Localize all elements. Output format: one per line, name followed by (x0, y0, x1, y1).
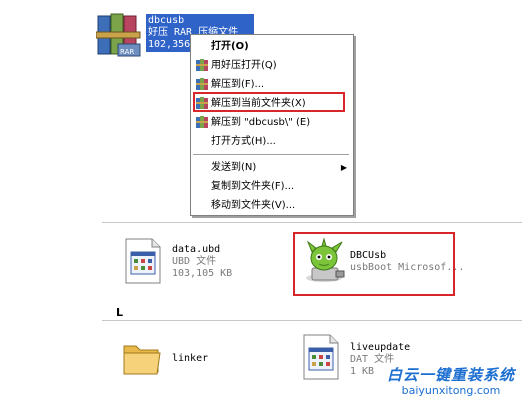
highlight-box-extract-here (193, 92, 345, 112)
rar-file-name: dbcusb (148, 15, 185, 26)
dbcusb-file-label[interactable]: DBCUsb usbBoot Microsof... (350, 250, 464, 274)
menu-item-open-with-haozip[interactable]: 用好压打开(Q) (191, 56, 353, 75)
watermark-brand: 白云一键重装系统 (386, 366, 515, 384)
dbcusb-app-icon[interactable] (302, 237, 348, 286)
dbcusb-file-name: DBCUsb (350, 250, 387, 261)
context-menu: 打开(O) 用好压打开(Q) 解压到(F)... 解压到当前文件夹(X) 解压到… (190, 34, 354, 216)
haozip-icon (196, 78, 209, 91)
ubd-file-size: 103,105 KB (172, 268, 233, 279)
menu-item-copy-to-folder[interactable]: 复制到文件夹(F)... (191, 177, 353, 196)
section-divider (102, 320, 522, 321)
dat-file-type: DAT 文件 (350, 354, 395, 365)
menu-item-open-with[interactable]: 打开方式(H)... (191, 132, 353, 151)
rar-archive-icon[interactable]: RAR (95, 12, 142, 60)
watermark: 白云一键重装系统 baiyunxitong.com (378, 366, 524, 398)
watermark-url: baiyunxitong.com (401, 384, 501, 397)
folder-icon[interactable] (122, 338, 162, 378)
svg-text:RAR: RAR (120, 48, 134, 56)
ubd-file-type: UBD 文件 (172, 256, 217, 267)
ubd-file-name: data.ubd (172, 244, 221, 255)
menu-item-open[interactable]: 打开(O) (191, 37, 353, 56)
haozip-icon (196, 116, 209, 129)
submenu-arrow-icon: ▶ (340, 163, 347, 172)
dat-file-icon[interactable] (302, 334, 340, 380)
menu-item-send-to[interactable]: 发送到(N) ▶ (191, 158, 353, 177)
haozip-icon (196, 59, 209, 72)
menu-separator (193, 154, 349, 156)
menu-item-move-to-folder[interactable]: 移动到文件夹(V)... (191, 196, 353, 215)
dat-file-name: liveupdate (350, 342, 411, 353)
menu-item-extract-to-folder[interactable]: 解压到 "dbcusb\" (E) (191, 113, 353, 132)
linker-folder-name: linker (172, 353, 209, 364)
dbcusb-file-desc: usbBoot Microsof... (350, 262, 465, 273)
group-header-letter: L (116, 306, 124, 319)
section-divider (102, 222, 522, 223)
linker-folder-label[interactable]: linker (172, 353, 208, 365)
ubd-file-label[interactable]: data.ubd UBD 文件 103,105 KB (172, 244, 232, 280)
ubd-file-icon[interactable] (124, 238, 162, 284)
